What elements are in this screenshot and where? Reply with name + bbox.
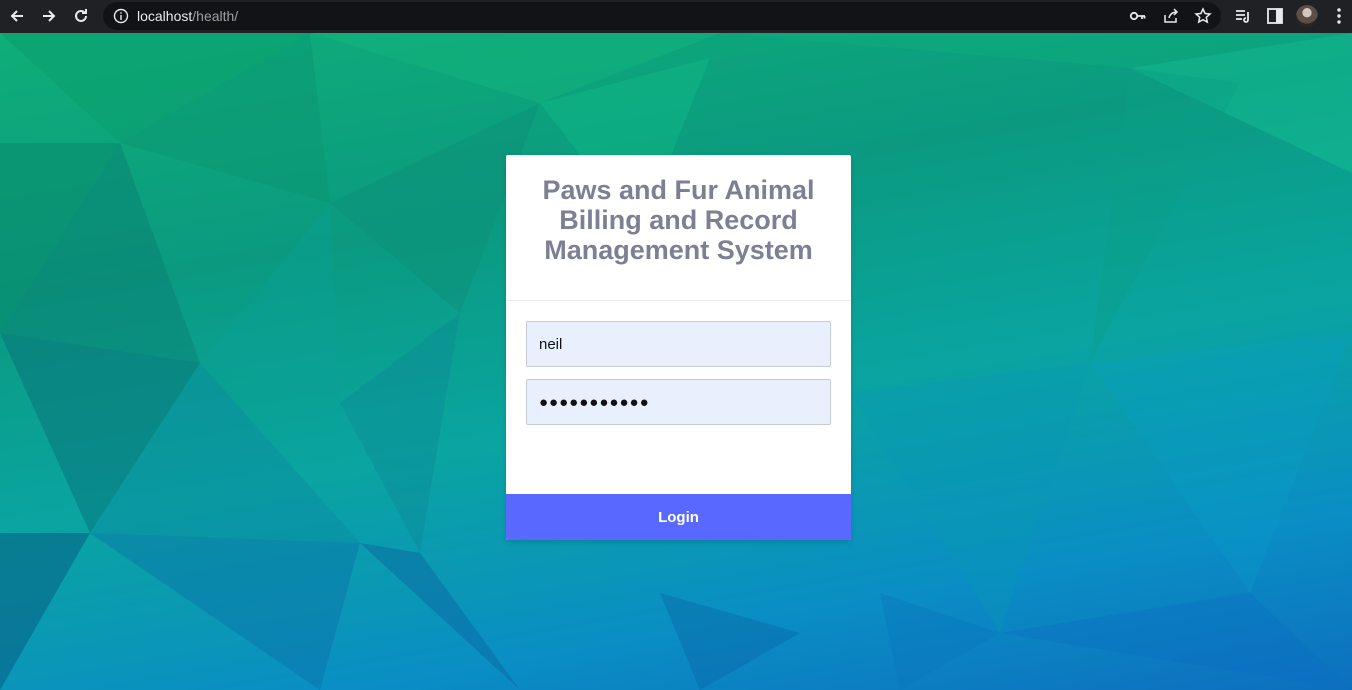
menu-icon[interactable] [1329,6,1349,26]
login-card: Paws and Fur Animal Billing and Record M… [506,155,851,540]
star-icon[interactable] [1194,7,1212,25]
side-panel-icon[interactable] [1265,6,1285,26]
avatar[interactable] [1296,5,1318,27]
browser-toolbar: localhost/health/ [0,0,1352,33]
info-icon[interactable] [113,8,129,24]
reload-button[interactable] [69,4,93,28]
url-path: /health/ [192,8,239,24]
url-text[interactable]: localhost/health/ [137,8,238,24]
back-button[interactable] [5,4,29,28]
reload-icon [75,9,87,22]
divider [506,300,851,301]
page-title: Paws and Fur Animal Billing and Record M… [542,175,815,265]
password-input[interactable] [526,379,831,425]
reading-list-icon[interactable] [1233,6,1253,26]
username-input[interactable] [526,321,831,367]
login-button[interactable]: Login [506,494,851,540]
share-icon[interactable] [1162,7,1180,25]
key-icon[interactable] [1129,7,1147,25]
address-bar[interactable]: localhost/health/ [103,2,1221,30]
back-icon [10,10,23,22]
forward-icon [43,10,56,22]
url-host: localhost [137,8,193,24]
forward-button[interactable] [37,4,61,28]
